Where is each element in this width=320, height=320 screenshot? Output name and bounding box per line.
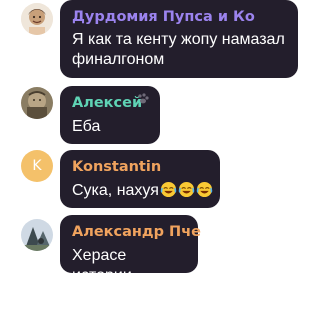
joy-emoji-icon [160, 181, 177, 198]
sender-name[interactable]: Дурдомия Пупса и Ко [72, 8, 286, 26]
message-bubble[interactable]: Konstantin Сука, нахуя [60, 150, 220, 208]
user-photo-icon [21, 3, 53, 35]
avatar[interactable] [21, 219, 53, 251]
avatar-initial: K [32, 158, 42, 174]
joy-emoji-icon [196, 181, 213, 198]
joy-emoji-icon [178, 181, 195, 198]
user-photo-icon [21, 219, 53, 251]
paw-icon [138, 93, 149, 104]
message-text: Сука, нахуя [72, 182, 159, 199]
message-bubble[interactable]: Александр Пче Херасе истории [60, 215, 201, 284]
avatar[interactable] [21, 3, 53, 35]
user-photo-icon [21, 87, 53, 119]
message-text: Еба [72, 118, 101, 135]
message-text: Я как та кенту жопу намазал финалгоном [72, 31, 285, 68]
avatar[interactable] [21, 87, 53, 119]
sender-name[interactable]: Александр Пче [72, 223, 201, 241]
avatar[interactable]: K [21, 150, 53, 182]
message-text-row: Сука, нахуя [72, 181, 213, 201]
message-text: Херасе истории [72, 247, 132, 284]
message-bubble[interactable]: Дурдомия Пупса и Ко Я как та кенту жопу … [60, 0, 298, 78]
sender-name[interactable]: Konstantin [72, 158, 208, 176]
